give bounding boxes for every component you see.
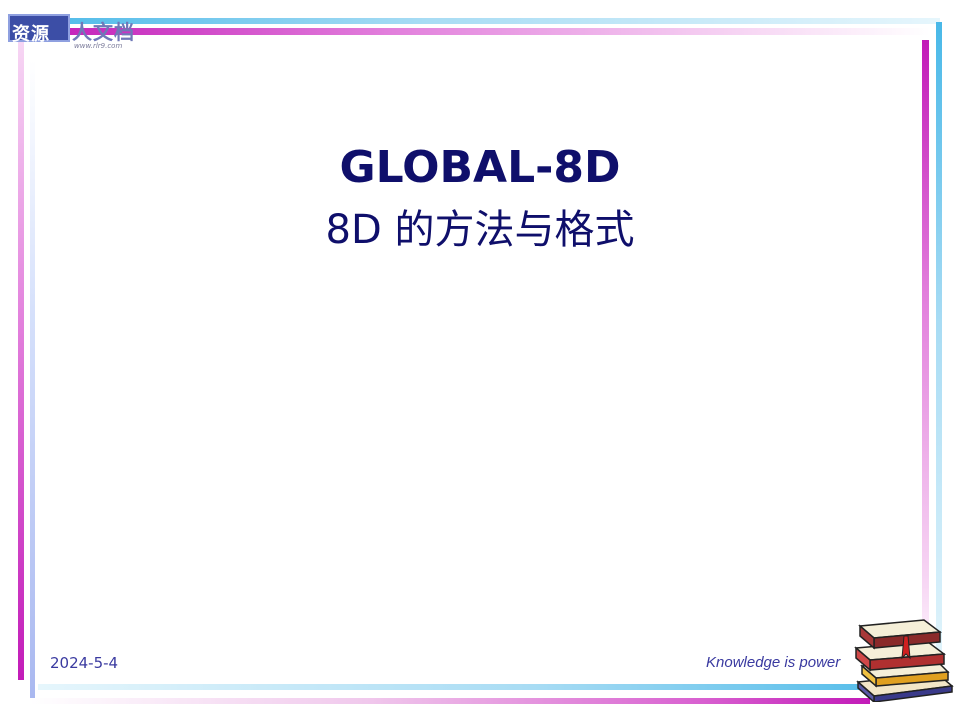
slide: 资源 人文档 www.rlr9.com GLOBAL-8D 8D 的方法与格式 … [0,0,960,720]
frame-bar-right-magenta [922,40,929,680]
bookmark-ribbon [901,635,911,660]
logo-box: 资源 [8,14,70,45]
footer-tagline: Knowledge is power [706,654,841,671]
frame-bar-bottom-magenta [30,698,870,704]
slide-title: GLOBAL-8D [339,142,621,193]
frame-bar-top-magenta [30,28,930,35]
logo-main-text: 人文档 [72,20,135,44]
book-top [858,619,943,650]
frame-bar-right-cyan [936,22,942,692]
slide-subtitle: 8D 的方法与格式 [325,207,635,253]
books-icon [854,619,954,702]
logo-url: www.rlr9.com [74,42,123,50]
frame-bar-bottom-cyan [38,684,938,690]
frame-bar-left-magenta [18,40,24,680]
footer-date: 2024-5-4 [50,654,119,672]
site-logo: 资源 人文档 www.rlr9.com [8,12,158,52]
logo-boxed-text: 资源 [12,24,50,45]
